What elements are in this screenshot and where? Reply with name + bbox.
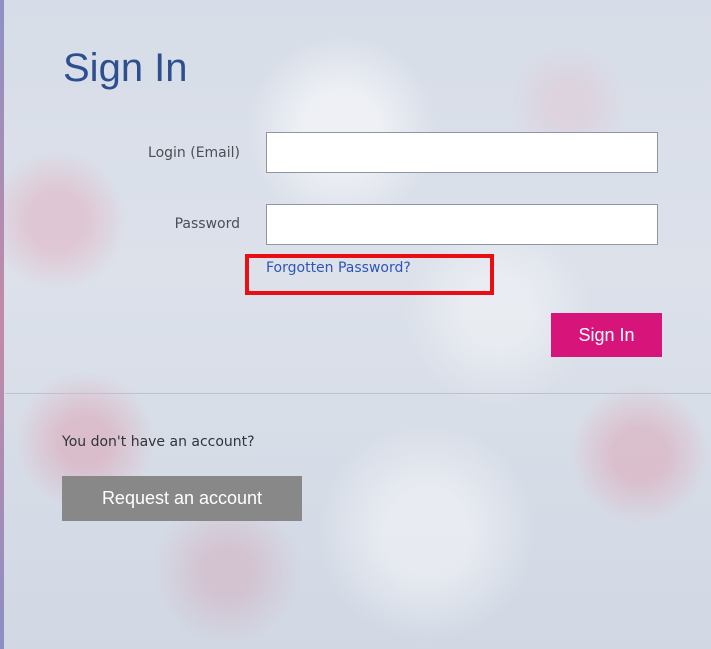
section-divider [5, 393, 711, 394]
no-account-text: You don't have an account? [62, 434, 255, 450]
login-email-label: Login (Email) [148, 145, 240, 161]
sign-in-button[interactable]: Sign In [551, 313, 662, 357]
password-label: Password [174, 216, 240, 232]
forgotten-password-link[interactable]: Forgotten Password? [266, 260, 411, 276]
request-account-button[interactable]: Request an account [62, 476, 302, 521]
password-field[interactable] [266, 204, 658, 245]
login-email-field[interactable] [266, 132, 658, 173]
page-title: Sign In [63, 46, 188, 90]
left-border [0, 0, 4, 649]
